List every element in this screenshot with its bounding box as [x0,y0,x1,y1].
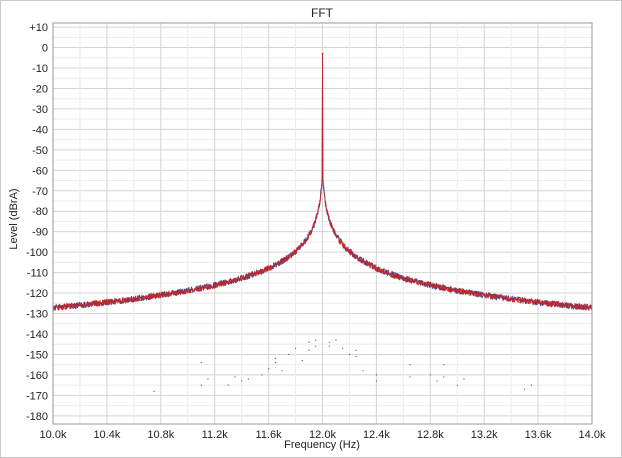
spur-point [524,388,526,390]
y-tick-label: -90 [32,227,48,239]
peak-point [321,52,324,55]
spur-point [241,380,243,382]
spur-point [342,347,344,349]
spur-point [328,341,330,343]
chart-title: FFT [311,6,334,20]
spur-point [409,376,411,378]
x-tick-label: 11.2k [202,429,229,441]
spur-point [355,349,357,351]
y-tick-label: -10 [32,63,48,75]
spur-point [234,376,236,378]
spur-point [355,355,357,358]
spur-point [261,374,263,376]
spur-point [463,378,465,380]
fft-chart-window: FFT +10 0 -10 -20 -30 -40 -50 -60 -70 -80 -90 -100 -… [0,0,622,458]
y-tick-label: 0 [42,43,48,55]
x-tick-label: 10.8k [147,429,174,441]
y-tick-label: -110 [27,268,48,280]
y-tick-label: -150 [26,349,48,361]
y-tick-label: -170 [26,390,48,402]
x-tick-label: 10.4k [93,429,120,441]
spur-point [443,376,445,378]
x-tick-label: 12.8k [417,429,444,441]
y-tick-label: -100 [26,247,48,259]
x-tick-label: 14.0k [579,429,606,441]
y-tick-label: -20 [32,83,48,95]
spur-point [443,364,445,366]
spur-point [153,390,155,392]
y-tick-label: -30 [32,104,48,116]
spur-point [301,359,303,362]
x-tick-label: 13.6k [525,429,552,441]
spur-point [200,384,202,386]
spur-point [348,353,351,356]
x-tick-label: 12.4k [363,429,390,441]
spur-point [268,368,270,370]
y-tick-label: -130 [26,309,48,321]
spur-point [375,380,377,382]
y-tick-label: -180 [26,411,48,423]
y-tick-label: -50 [32,145,48,157]
y-tick-label: +10 [29,22,48,34]
spur-point [530,384,532,386]
spur-point [281,370,283,372]
y-tick-label: -70 [32,186,48,198]
x-tick-label: 10.0k [40,429,67,441]
spur-point [227,384,229,386]
spur-point [274,362,276,364]
spur-point [308,349,310,351]
spur-point [315,345,317,347]
y-tick-label: -120 [26,288,48,300]
x-tick-label: 11.6k [256,429,283,441]
y-tick-label: -140 [26,329,48,341]
x-tick-label: 13.2k [471,429,498,441]
spur-point [436,380,438,382]
y-axis-label: Level (dBrA) [8,188,20,249]
fft-chart: FFT +10 0 -10 -20 -30 -40 -50 -60 -70 -80 -90 -100 -… [8,6,606,451]
spur-point [294,347,297,349]
spur-point [308,341,310,343]
y-tick-label: -60 [32,165,48,177]
y-axis-ticks: +10 0 -10 -20 -30 -40 -50 -60 -70 -80 -90 -100 -110 -… [26,22,48,423]
spur-point [328,345,330,347]
spur-point [456,384,458,386]
spur-point [207,378,209,380]
spur-point [409,364,411,366]
y-tick-label: -160 [26,370,48,382]
spur-point [362,370,364,372]
x-axis-label: Frequency (Hz) [284,439,360,451]
spur-point [247,378,249,380]
spur-point [274,357,276,360]
y-tick-label: -40 [32,124,48,136]
spur-point [335,339,337,341]
spur-point [200,362,202,364]
y-tick-label: -80 [32,206,48,218]
spur-point [375,374,377,376]
spur-point [288,353,290,356]
spur-point [429,374,431,376]
spur-point [315,339,317,341]
